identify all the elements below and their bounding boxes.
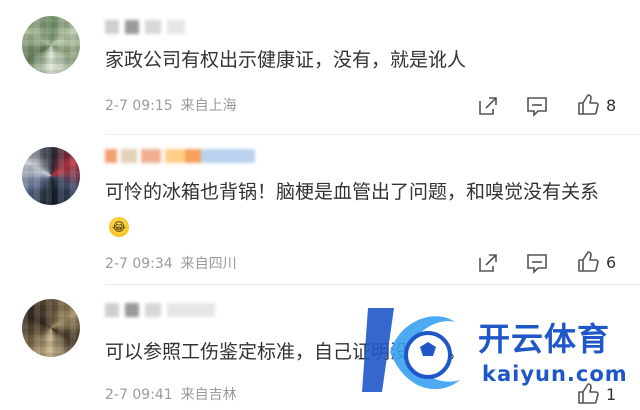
- share-icon: [479, 254, 497, 272]
- reply-button[interactable]: [526, 95, 548, 117]
- watermark-logo-icon: [362, 308, 460, 392]
- comment-item: 家政公司有权出示健康证，没有，就是讹人 2-7 09:15 来自上海 8: [0, 0, 640, 135]
- comment-location: 来自上海: [180, 98, 237, 114]
- username-blurred[interactable]: [105, 303, 215, 317]
- comment-meta: 2-7 09:34 来自四川: [105, 253, 237, 273]
- share-button[interactable]: [477, 252, 499, 274]
- comment-text: 可怜的冰箱也背锅！脑梗是血管出了问题，和嗅觉没有关系 😂: [105, 177, 616, 237]
- laughing-emoji-icon: 😂: [109, 217, 129, 237]
- avatar[interactable]: [22, 299, 80, 357]
- watermark-title: 开云体育: [478, 320, 611, 358]
- avatar[interactable]: [22, 16, 80, 74]
- comment-text: 家政公司有权出示健康证，没有，就是讹人: [105, 49, 467, 71]
- comment-time: 2-7 09:34: [105, 256, 173, 272]
- share-button[interactable]: [477, 95, 499, 117]
- comment-location: 来自四川: [180, 256, 237, 272]
- like-icon: [578, 251, 599, 272]
- username-blurred[interactable]: [105, 20, 185, 34]
- like-button[interactable]: 6: [576, 250, 616, 274]
- watermark: 开云体育 kaiyun.com: [360, 300, 640, 405]
- share-icon: [479, 97, 497, 115]
- username-blurred[interactable]: [105, 149, 255, 163]
- like-button[interactable]: 8: [576, 93, 616, 117]
- watermark-subtitle: kaiyun.com: [482, 362, 628, 386]
- comment-item: 可怜的冰箱也背锅！脑梗是血管出了问题，和嗅觉没有关系 😂 2-7 09:34 来自四…: [0, 135, 640, 285]
- comment-meta: 2-7 09:41 来自吉林: [105, 384, 237, 404]
- avatar[interactable]: [22, 147, 80, 205]
- comment-time: 2-7 09:41: [105, 387, 173, 403]
- comment-body: 可怜的冰箱也背锅！脑梗是血管出了问题，和嗅觉没有关系: [105, 181, 600, 203]
- comment-icon: [527, 97, 547, 117]
- comment-time: 2-7 09:15: [105, 98, 173, 114]
- like-count: 8: [606, 95, 617, 115]
- like-count: 6: [606, 252, 617, 272]
- like-icon: [578, 94, 599, 115]
- comment-location: 来自吉林: [180, 387, 237, 403]
- comment-icon: [527, 254, 547, 274]
- comment-meta: 2-7 09:15 来自上海: [105, 95, 237, 115]
- reply-button[interactable]: [526, 252, 548, 274]
